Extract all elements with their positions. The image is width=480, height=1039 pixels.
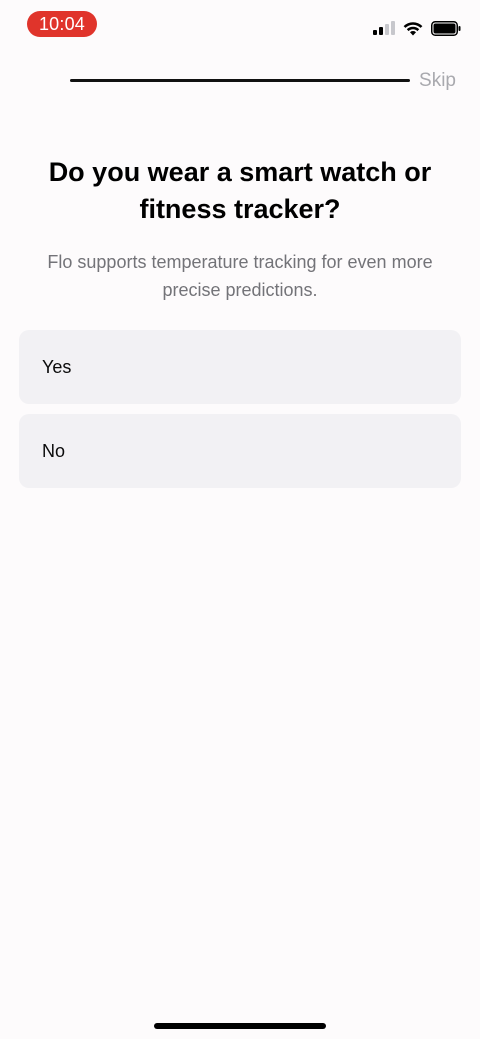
status-icons — [373, 19, 461, 37]
skip-button[interactable]: Skip — [419, 70, 456, 92]
progress-bar — [70, 79, 410, 82]
question-subtitle: Flo supports temperature tracking for ev… — [47, 252, 433, 300]
option-no-button[interactable]: No — [19, 414, 461, 488]
wifi-icon — [403, 21, 423, 35]
option-yes-button[interactable]: Yes — [19, 330, 461, 404]
question-title: Do you wear a smart watch or fitness tra… — [48, 157, 432, 224]
battery-icon — [431, 20, 461, 36]
status-time: 10:04 — [27, 11, 97, 37]
option-label: Yes — [42, 356, 72, 377]
cellular-signal-icon — [373, 21, 395, 35]
status-bar: 10:04 — [0, 0, 480, 50]
option-label: No — [42, 440, 66, 461]
home-indicator[interactable] — [154, 1023, 326, 1029]
